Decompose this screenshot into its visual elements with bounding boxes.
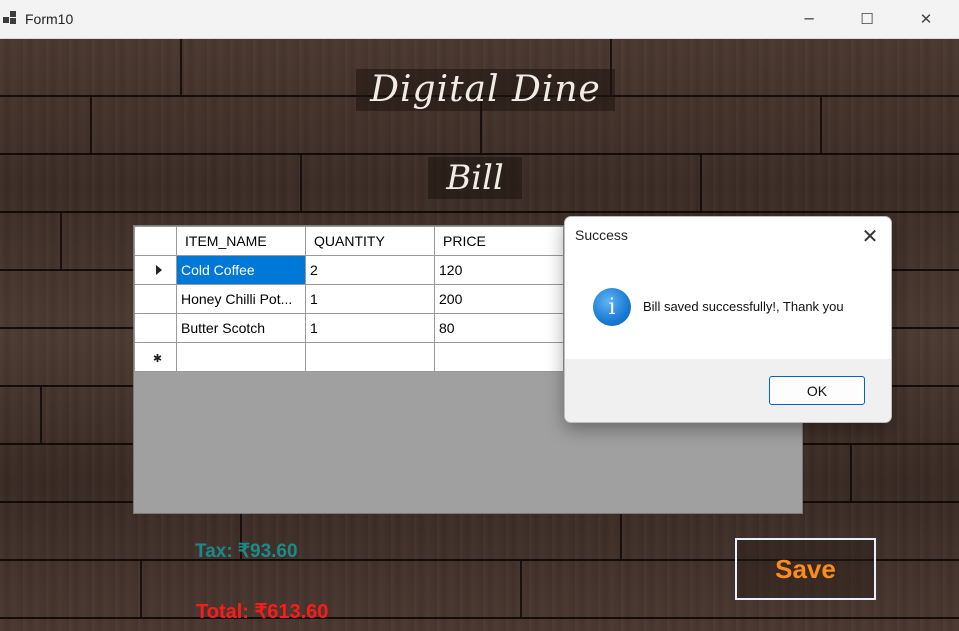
cell-item-name[interactable]: Honey Chilli Pot... [176,284,306,314]
ok-button[interactable]: OK [769,376,865,405]
cell-item-name[interactable]: Butter Scotch [176,313,306,343]
column-header-price[interactable]: PRICE [434,226,564,256]
current-row-arrow-icon [155,265,162,275]
title-bar: Form10 ─ ☐ ✕ [0,0,959,39]
close-window-button[interactable]: ✕ [903,0,949,38]
cell-price[interactable]: 120 [434,255,564,285]
cell-item-name[interactable] [176,342,306,372]
table-row[interactable]: Butter Scotch 1 80 [134,313,564,343]
total-label: Total: ₹613.60 [196,601,329,623]
save-button[interactable]: Save [735,538,876,600]
cell-price[interactable]: 200 [434,284,564,314]
cell-price[interactable] [434,342,564,372]
app-window-icon [3,11,17,25]
table-row[interactable]: Honey Chilli Pot... 1 200 [134,284,564,314]
window-title: Form10 [25,11,74,27]
cell-price[interactable]: 80 [434,313,564,343]
brand-title: Digital Dine [356,69,615,111]
dialog-close-button[interactable]: ✕ [855,222,885,250]
row-header-corner [134,226,177,256]
cell-quantity[interactable]: 1 [305,313,435,343]
cell-quantity[interactable]: 2 [305,255,435,285]
column-header-item-name[interactable]: ITEM_NAME [176,226,306,256]
new-row-asterisk-icon: ✱ [152,353,163,365]
dialog-title: Success [575,227,628,243]
new-row[interactable]: ✱ [134,342,564,372]
header-row: ITEM_NAME QUANTITY PRICE [134,226,564,256]
row-header[interactable] [134,313,177,343]
row-header[interactable] [134,255,177,285]
dialog-message: Bill saved successfully!, Thank you [643,299,844,314]
row-header[interactable]: ✱ [134,342,177,372]
cell-quantity[interactable]: 1 [305,284,435,314]
bill-table: ITEM_NAME QUANTITY PRICE Cold Coffee 2 1… [134,226,564,372]
table-row[interactable]: Cold Coffee 2 120 [134,255,564,285]
success-dialog: Success ✕ i Bill saved successfully!, Th… [564,216,892,423]
row-header[interactable] [134,284,177,314]
info-icon: i [593,288,631,326]
column-header-quantity[interactable]: QUANTITY [305,226,435,256]
maximize-button[interactable]: ☐ [844,0,890,38]
dialog-footer: OK [565,359,891,422]
cell-quantity[interactable] [305,342,435,372]
cell-item-name[interactable]: Cold Coffee [176,255,306,285]
bill-heading: Bill [428,157,522,199]
tax-label: Tax: ₹93.60 [195,541,298,562]
minimize-button[interactable]: ─ [786,0,832,38]
